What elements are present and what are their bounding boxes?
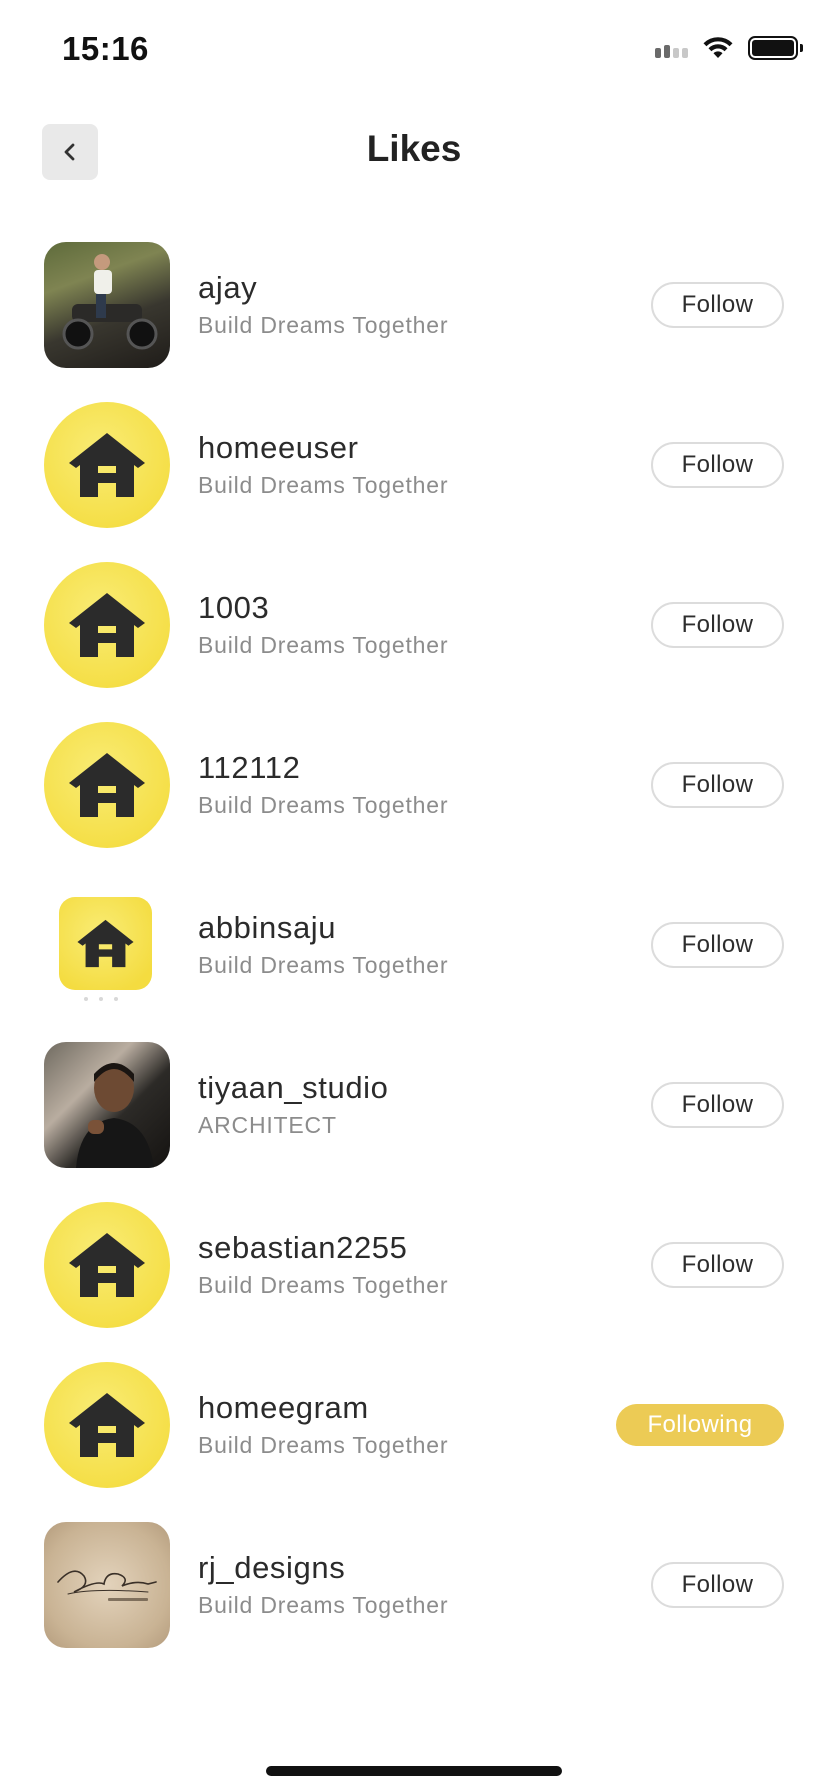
user-subtitle: Build Dreams Together [198, 1592, 449, 1618]
username[interactable]: homeegram [198, 1390, 369, 1426]
follow-button[interactable]: Follow [651, 922, 784, 968]
list-item[interactable]: sebastian2255 Build Dreams Together Foll… [0, 1194, 828, 1354]
list-item[interactable]: rj_designs Build Dreams Together Follow [0, 1514, 828, 1674]
username[interactable]: 1003 [198, 590, 269, 626]
user-subtitle: Build Dreams Together [198, 312, 449, 338]
username[interactable]: abbinsaju [198, 910, 336, 946]
follow-button[interactable]: Follow [651, 1562, 784, 1608]
home-indicator[interactable] [266, 1766, 562, 1776]
user-subtitle: ARCHITECT [198, 1112, 337, 1138]
user-subtitle: Build Dreams Together [198, 952, 449, 978]
username[interactable]: sebastian2255 [198, 1230, 407, 1266]
homee-logo-icon [69, 433, 145, 497]
avatar[interactable] [44, 1202, 170, 1328]
user-subtitle: Build Dreams Together [198, 1272, 449, 1298]
signature-logo-icon [57, 1570, 157, 1601]
user-subtitle: Build Dreams Together [198, 472, 449, 498]
avatar[interactable] [44, 1042, 170, 1168]
user-subtitle: Build Dreams Together [198, 1432, 449, 1458]
logo-tile [59, 897, 152, 990]
list-item[interactable]: ajay Build Dreams Together Follow [0, 234, 828, 394]
status-time: 15:16 [62, 30, 149, 67]
list-item[interactable]: tiyaan_studio ARCHITECT Follow [0, 1034, 828, 1194]
battery-icon [748, 36, 803, 60]
avatar[interactable] [44, 1522, 170, 1648]
avatar[interactable] [44, 1362, 170, 1488]
follow-button[interactable]: Follow [651, 1082, 784, 1128]
user-subtitle: Build Dreams Together [198, 632, 449, 658]
avatar[interactable] [44, 882, 170, 1008]
list-item[interactable]: homeegram Build Dreams Together Followin… [0, 1354, 828, 1514]
list-item[interactable]: 112112 Build Dreams Together Follow [0, 714, 828, 874]
list-item[interactable]: homeeuser Build Dreams Together Follow [0, 394, 828, 554]
page-title: Likes [366, 128, 462, 169]
username[interactable]: ajay [198, 270, 257, 306]
cellular-signal-icon [655, 38, 688, 58]
homee-logo-icon [69, 753, 145, 817]
avatar[interactable] [44, 562, 170, 688]
homee-logo-icon [69, 1393, 145, 1457]
user-subtitle: Build Dreams Together [198, 792, 449, 818]
pagination-dots [84, 997, 118, 1001]
status-icons [655, 36, 803, 60]
list-item[interactable]: abbinsaju Build Dreams Together Follow [0, 874, 828, 1034]
following-button[interactable]: Following [616, 1404, 784, 1446]
avatar[interactable] [44, 402, 170, 528]
username[interactable]: tiyaan_studio [198, 1070, 389, 1106]
avatar[interactable] [44, 722, 170, 848]
rider-photo-icon [62, 254, 158, 350]
wifi-icon [703, 37, 733, 58]
follow-button[interactable]: Follow [651, 602, 784, 648]
avatar[interactable] [44, 242, 170, 368]
list-item[interactable]: 1003 Build Dreams Together Follow [0, 554, 828, 714]
person-photo-icon [76, 1063, 154, 1168]
homee-logo-icon [69, 1233, 145, 1297]
header: Likes [0, 110, 828, 194]
status-bar: 15:16 [0, 0, 828, 100]
follow-button[interactable]: Follow [651, 762, 784, 808]
follow-button[interactable]: Follow [651, 442, 784, 488]
follow-button[interactable]: Follow [651, 1242, 784, 1288]
username[interactable]: 112112 [198, 750, 300, 786]
homee-logo-icon [69, 593, 145, 657]
username[interactable]: homeeuser [198, 430, 359, 466]
likes-list: ajay Build Dreams Together Follow homeeu… [0, 234, 828, 1674]
homee-logo-icon [77, 919, 134, 968]
follow-button[interactable]: Follow [651, 282, 784, 328]
username[interactable]: rj_designs [198, 1550, 345, 1586]
